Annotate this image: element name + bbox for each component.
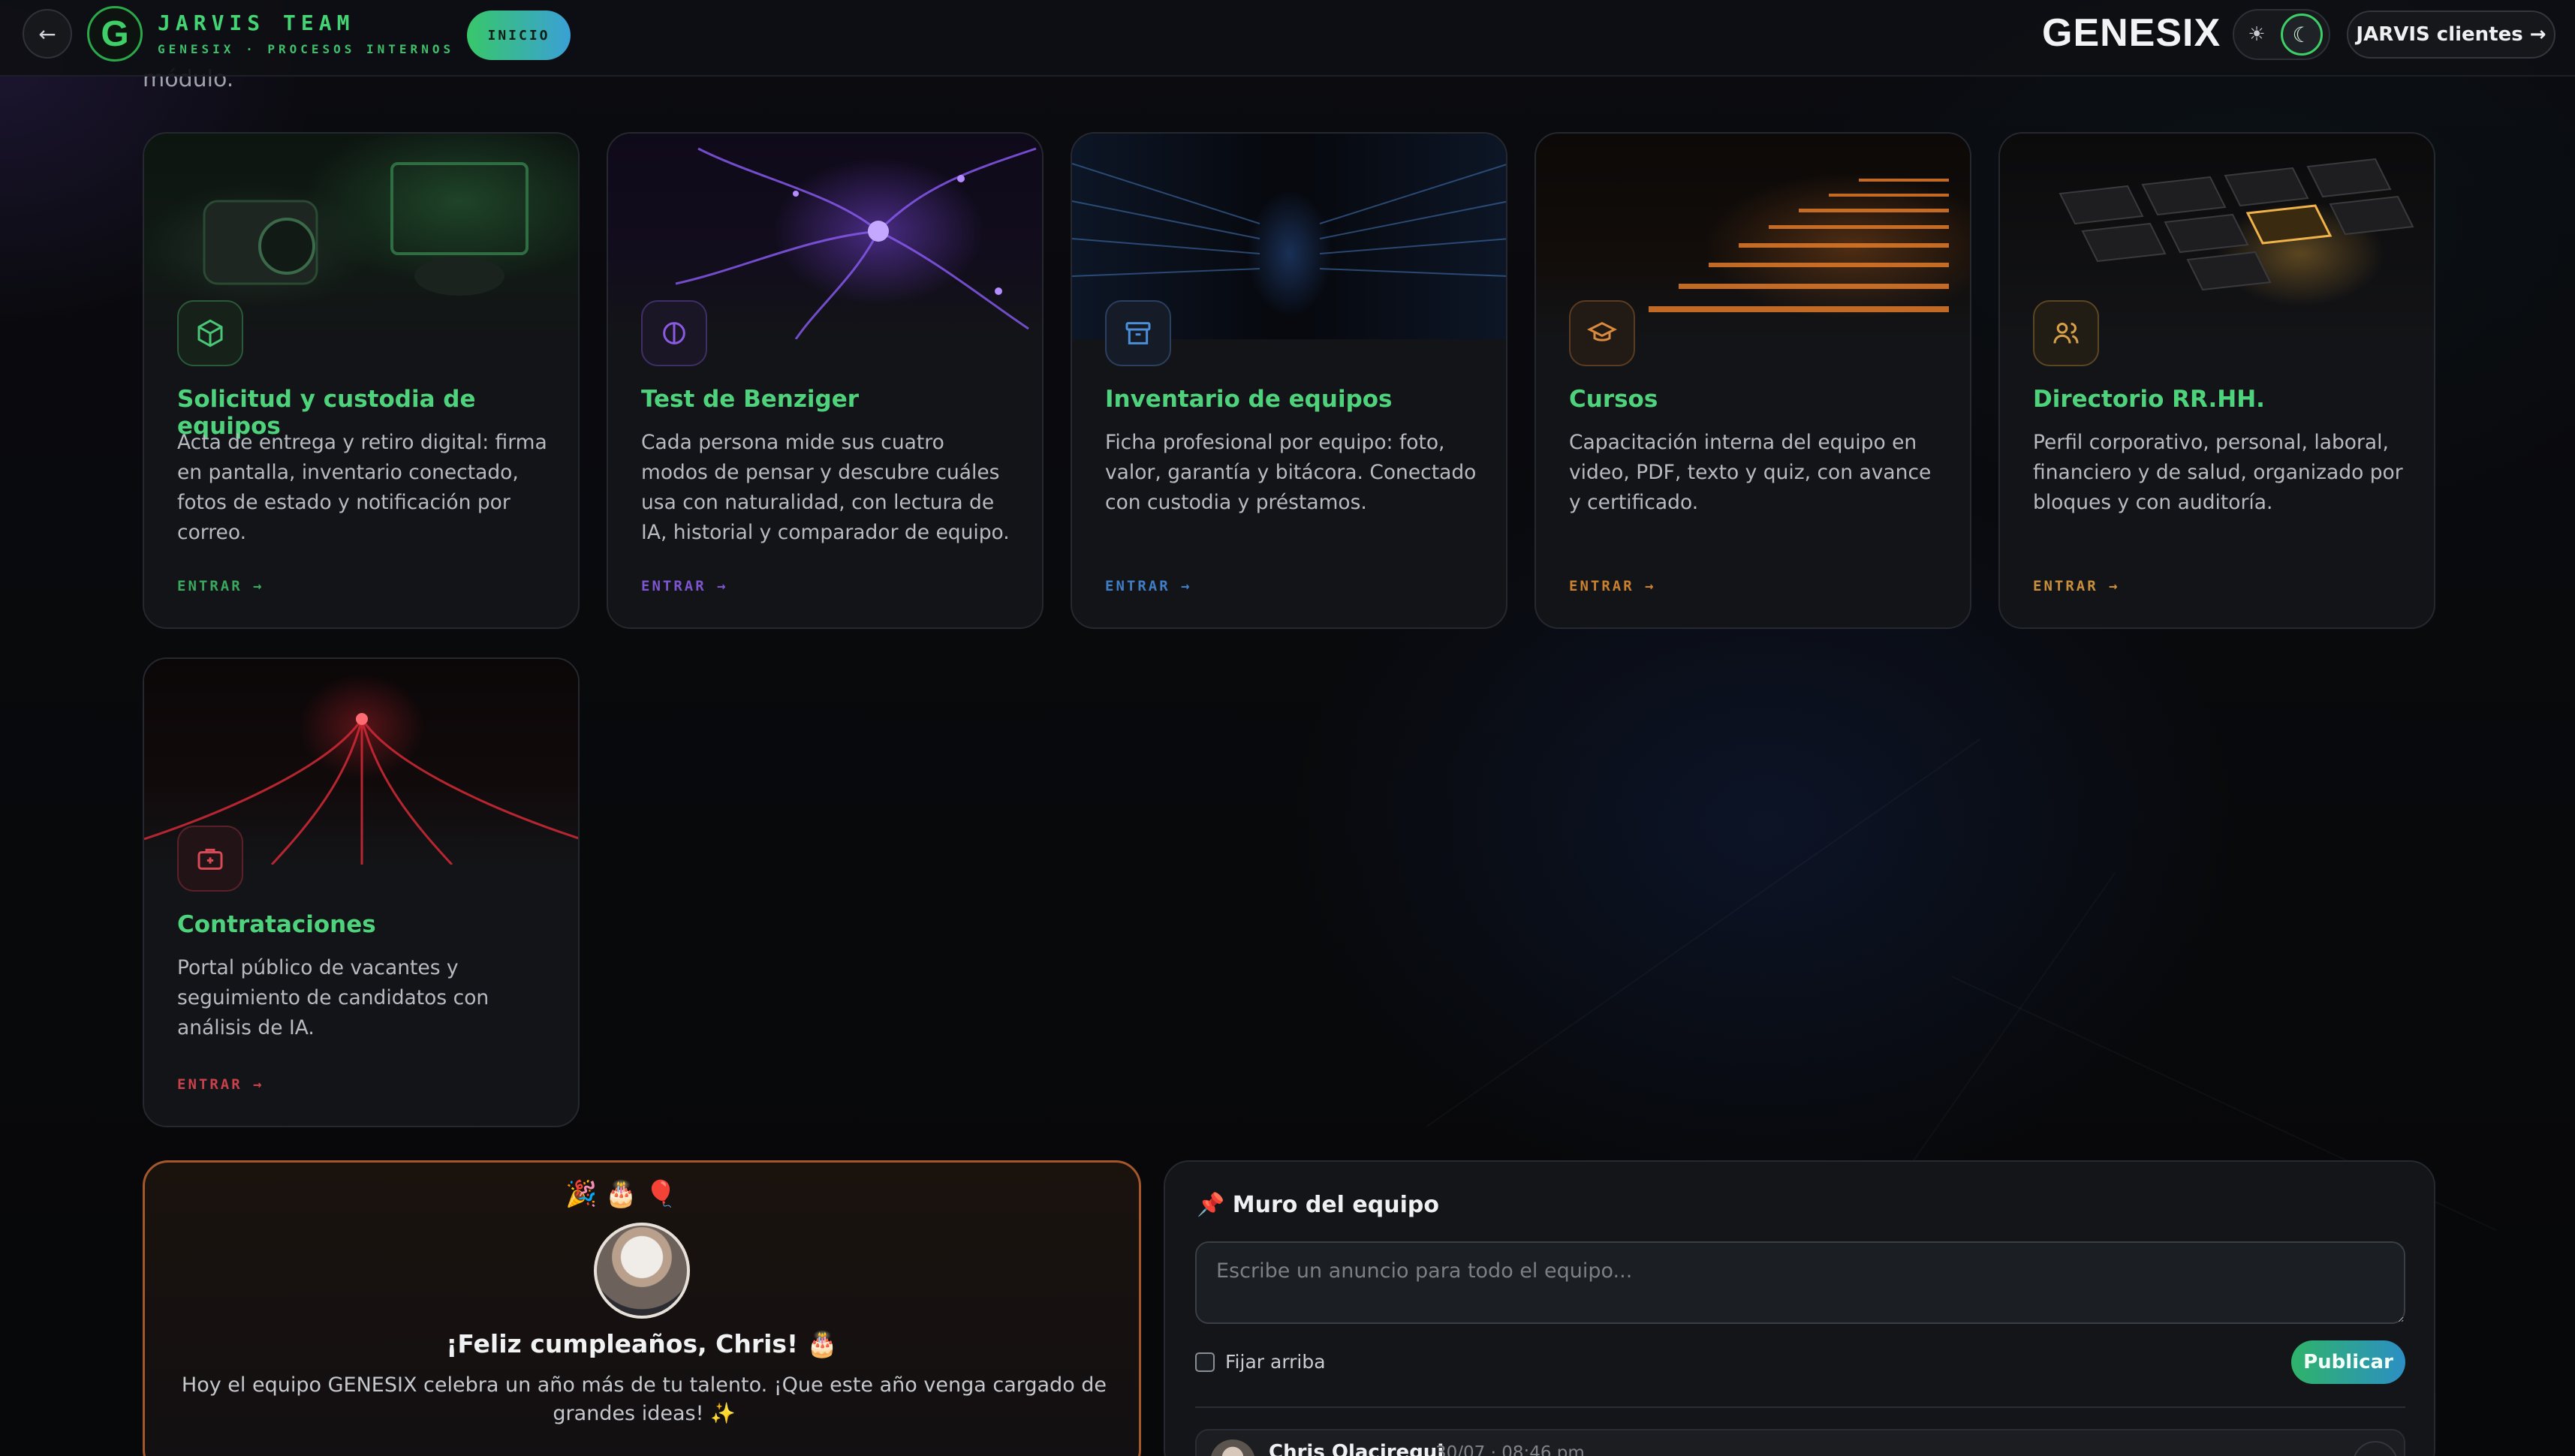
cube-icon [177,300,243,366]
module-title: Directorio RR.HH. [2033,386,2265,413]
module-description: Cada persona mide sus cuatro modos de pe… [641,431,1010,544]
jarvis-clients-button[interactable]: JARVIS clientes → [2347,11,2555,59]
brain-icon [641,300,707,366]
module-description: Acta de entrega y retiro digital: firma … [177,431,547,544]
wall-title: 📌 Muro del equipo [1197,1192,1439,1218]
post-author: Chris Olaciregui [1269,1441,1444,1456]
module-enter-link[interactable]: ENTRAR → [641,578,728,594]
arrow-left-icon: ← [38,21,56,47]
module-description: Portal público de vacantes y seguimiento… [177,956,489,1039]
module-title: Test de Benziger [641,386,860,413]
module-description: Perfil corporativo, personal, laboral, f… [2033,431,2403,514]
users-icon [2033,300,2099,366]
team-title: JARVIS TEAM [158,11,355,35]
module-title: Cursos [1569,386,1658,413]
brand-logo: GENESIX [2042,11,2221,55]
module-enter-link[interactable]: ENTRAR → [1569,578,1656,594]
module-enter-link[interactable]: ENTRAR → [1105,578,1192,594]
divider [1195,1406,2405,1408]
birthday-decorations: 🎉 🎂 🎈 [565,1179,677,1209]
birthday-title: ¡Feliz cumpleaños, Chris! 🎂 [446,1329,838,1358]
module-card-benziger[interactable]: Test de Benziger Cada persona mide sus c… [607,132,1044,629]
publish-button[interactable]: Publicar [2291,1340,2405,1384]
module-card-contrataciones[interactable]: Contrataciones Portal público de vacante… [143,657,580,1127]
module-description: Ficha profesional por equipo: foto, valo… [1105,431,1477,514]
module-enter-link[interactable]: ENTRAR → [177,1076,264,1093]
top-bar: ← G JARVIS TEAM GENESIX · PROCESOS INTER… [0,0,2575,77]
briefcase-plus-icon [177,826,243,892]
team-logo: G [87,6,143,62]
avatar [1210,1439,1255,1456]
wall-post: Chris Olaciregui 30/07 · 08:46 pm [1195,1429,2405,1456]
birthday-message: Hoy el equipo GENESIX celebra un año más… [181,1373,1107,1425]
avatar [594,1223,690,1319]
theme-toggle[interactable]: ☀ ☾ [2233,9,2330,60]
module-card-inventario[interactable]: Inventario de equipos Ficha profesional … [1071,132,1507,629]
birthday-card: 🎉 🎂 🎈 ¡Feliz cumpleaños, Chris! 🎂 Hoy el… [143,1160,1141,1456]
post-timestamp: 30/07 · 08:46 pm [1435,1443,1585,1456]
pin-checkbox[interactable]: Fijar arriba [1195,1351,1326,1373]
checkbox-box[interactable] [1195,1352,1215,1372]
module-description: Capacitación interna del equipo en video… [1569,431,1932,514]
background-line [1426,739,1980,1127]
home-button[interactable]: INICIO [467,11,571,60]
module-card-custodia[interactable]: Solicitud y custodia de equipos Acta de … [143,132,580,629]
module-title: Inventario de equipos [1105,386,1393,413]
module-title: Contrataciones [177,911,376,938]
back-button[interactable]: ← [23,9,72,59]
logo-letter: G [101,14,129,54]
module-enter-link[interactable]: ENTRAR → [2033,578,2120,594]
announcement-input[interactable] [1195,1241,2405,1324]
graduation-cap-icon [1569,300,1635,366]
sun-icon[interactable]: ☀ [2239,23,2275,46]
module-card-directorio[interactable]: Directorio RR.HH. Perfil corporativo, pe… [1998,132,2435,629]
team-subtitle: GENESIX · PROCESOS INTERNOS [158,42,455,56]
module-card-cursos[interactable]: Cursos Capacitación interna del equipo e… [1534,132,1971,629]
post-options-button[interactable] [2353,1441,2398,1456]
module-enter-link[interactable]: ENTRAR → [177,578,264,594]
team-wall: 📌 Muro del equipo Fijar arriba Publicar … [1164,1160,2435,1456]
pin-label: Fijar arriba [1225,1351,1326,1373]
moon-icon[interactable]: ☾ [2281,14,2323,56]
archive-icon [1105,300,1171,366]
